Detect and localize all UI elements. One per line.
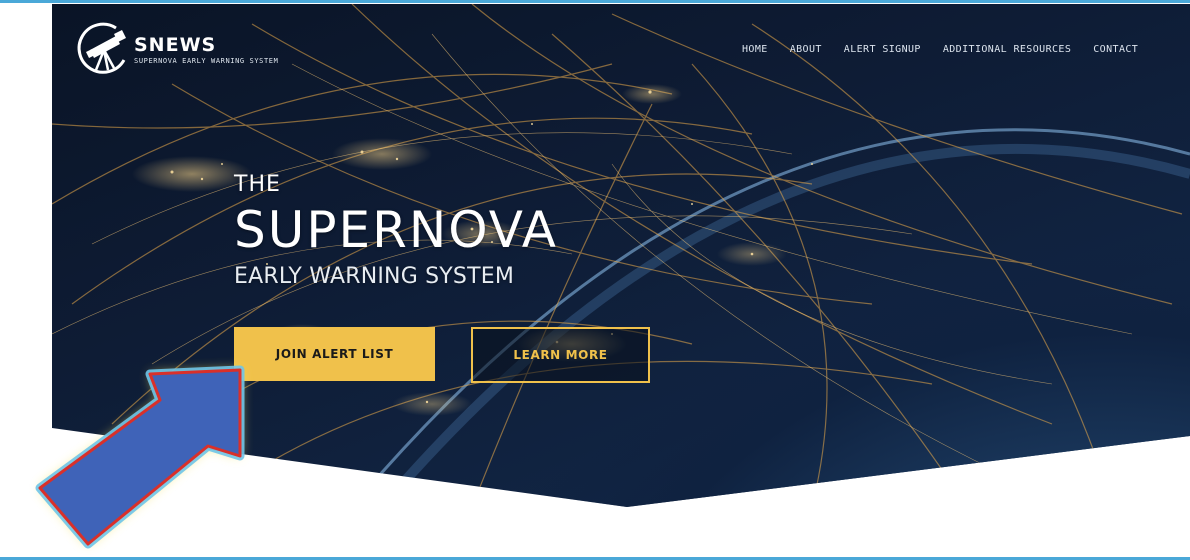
nav-menu: HOME ABOUT ALERT SIGNUP ADDITIONAL RESOU… <box>742 44 1160 55</box>
hero-heading: THE SUPERNOVA EARLY WARNING SYSTEM <box>234 172 558 290</box>
learn-more-button[interactable]: LEARN MORE <box>471 327 650 383</box>
top-navigation: SNEWS SUPERNOVA EARLY WARNING SYSTEM HOM… <box>0 0 1190 100</box>
brand-name: SNEWS <box>134 34 217 56</box>
site-logo[interactable]: SNEWS SUPERNOVA EARLY WARNING SYSTEM <box>72 20 278 80</box>
brand-tagline: SUPERNOVA EARLY WARNING SYSTEM <box>134 57 279 65</box>
nav-item-additional-resources[interactable]: ADDITIONAL RESOURCES <box>943 44 1071 55</box>
hero-subtitle: EARLY WARNING SYSTEM <box>234 264 515 289</box>
hero-title: SUPERNOVA <box>234 201 558 259</box>
telescope-icon <box>77 22 126 74</box>
pointer-arrow-icon <box>35 365 245 549</box>
logo-wordmark: SNEWS SUPERNOVA EARLY WARNING SYSTEM <box>134 35 278 65</box>
nav-item-about[interactable]: ABOUT <box>790 44 822 55</box>
nav-item-contact[interactable]: CONTACT <box>1093 44 1138 55</box>
hero-kicker: THE <box>234 172 281 197</box>
nav-item-home[interactable]: HOME <box>742 44 768 55</box>
nav-item-alert-signup[interactable]: ALERT SIGNUP <box>844 44 921 55</box>
page: SNEWS SUPERNOVA EARLY WARNING SYSTEM HOM… <box>0 0 1190 560</box>
